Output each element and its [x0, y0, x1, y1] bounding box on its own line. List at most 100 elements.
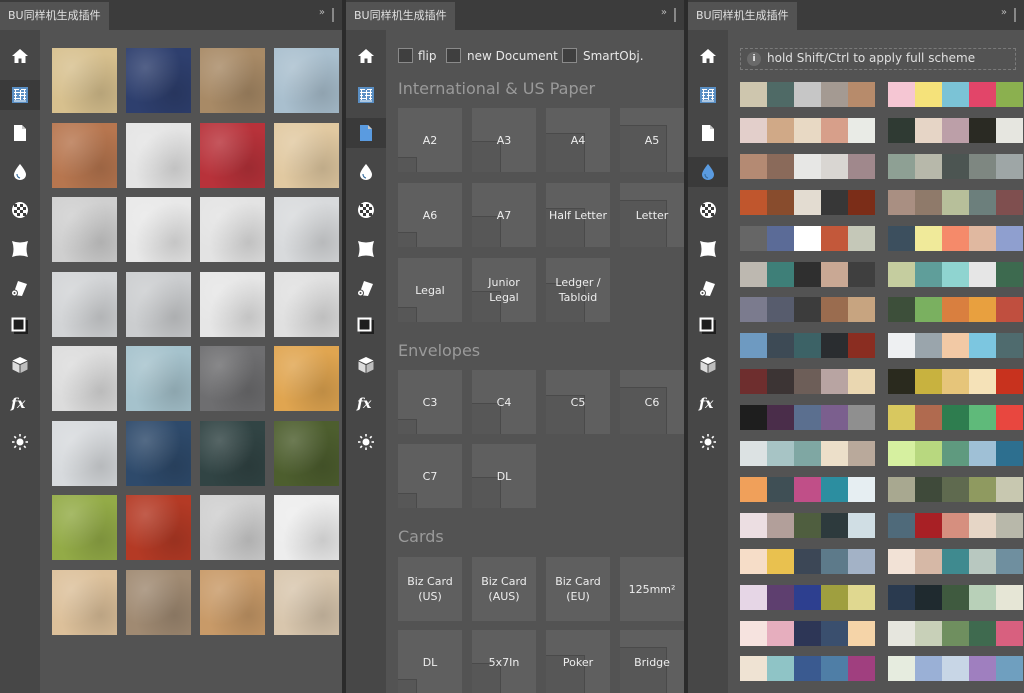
shadow-square-icon[interactable]: [346, 311, 386, 341]
document-icon[interactable]: [0, 118, 40, 148]
texture-swatch[interactable]: [126, 48, 191, 113]
size-tile[interactable]: Half Letter: [546, 183, 610, 247]
new-document-checkbox[interactable]: [446, 48, 461, 63]
color-swatch[interactable]: [767, 189, 794, 215]
color-swatch[interactable]: [915, 512, 942, 538]
color-swatch[interactable]: [848, 405, 875, 431]
color-swatch[interactable]: [969, 82, 996, 107]
color-scheme-row[interactable]: [888, 584, 1023, 610]
size-tile[interactable]: A7: [472, 183, 536, 247]
color-swatch[interactable]: [969, 369, 996, 395]
home-icon[interactable]: [346, 41, 386, 71]
shadow-square-icon[interactable]: [688, 311, 728, 341]
size-tile[interactable]: A5: [620, 108, 684, 172]
color-scheme-row[interactable]: [888, 189, 1023, 215]
color-swatch[interactable]: [848, 620, 875, 646]
color-swatch[interactable]: [942, 333, 969, 359]
color-swatch[interactable]: [942, 620, 969, 646]
color-swatch[interactable]: [942, 297, 969, 323]
color-swatch[interactable]: [969, 297, 996, 323]
texture-swatch[interactable]: [126, 495, 191, 560]
texture-swatch[interactable]: [126, 569, 191, 635]
color-swatch[interactable]: [767, 584, 794, 610]
texture-swatch[interactable]: [200, 197, 265, 262]
color-swatch[interactable]: [996, 548, 1023, 574]
color-swatch[interactable]: [888, 261, 915, 287]
color-swatch[interactable]: [996, 476, 1023, 502]
color-swatch[interactable]: [888, 512, 915, 538]
color-swatch[interactable]: [996, 584, 1023, 610]
color-swatch[interactable]: [996, 297, 1023, 323]
texture-grid-icon[interactable]: [0, 79, 40, 110]
color-swatch[interactable]: [794, 405, 821, 431]
color-scheme-row[interactable]: [740, 117, 875, 143]
color-swatch[interactable]: [942, 476, 969, 502]
size-tile[interactable]: Ledger / Tabloid: [546, 258, 610, 322]
color-swatch[interactable]: [794, 548, 821, 574]
color-swatch[interactable]: [794, 476, 821, 502]
document-icon[interactable]: [688, 118, 728, 148]
color-scheme-row[interactable]: [740, 82, 875, 107]
texture-swatch[interactable]: [52, 271, 117, 337]
color-swatch[interactable]: [969, 656, 996, 682]
color-swatch[interactable]: [740, 584, 767, 610]
cube-icon[interactable]: [0, 350, 40, 380]
color-swatch[interactable]: [794, 512, 821, 538]
color-swatch[interactable]: [794, 297, 821, 323]
color-swatch[interactable]: [794, 117, 821, 143]
color-swatch[interactable]: [767, 369, 794, 395]
color-swatch[interactable]: [942, 117, 969, 143]
color-swatch[interactable]: [740, 512, 767, 538]
color-swatch[interactable]: [969, 405, 996, 431]
color-scheme-row[interactable]: [740, 405, 875, 431]
color-swatch[interactable]: [794, 656, 821, 682]
color-swatch[interactable]: [821, 369, 848, 395]
color-swatch[interactable]: [794, 153, 821, 179]
texture-swatch[interactable]: [52, 495, 117, 560]
texture-swatch[interactable]: [274, 122, 339, 188]
sun-icon[interactable]: [0, 427, 40, 457]
checker-icon[interactable]: [688, 195, 728, 225]
color-swatch[interactable]: [942, 512, 969, 538]
collapse-icon[interactable]: »: [319, 7, 325, 18]
color-scheme-row[interactable]: [740, 297, 875, 323]
color-swatch[interactable]: [821, 297, 848, 323]
color-scheme-row[interactable]: [888, 369, 1023, 395]
color-scheme-row[interactable]: [740, 584, 875, 610]
size-tile[interactable]: C5: [546, 370, 610, 434]
size-tile[interactable]: 5x7In: [472, 630, 536, 693]
color-swatch[interactable]: [996, 512, 1023, 538]
color-swatch[interactable]: [767, 117, 794, 143]
size-tile[interactable]: A2: [398, 108, 462, 172]
color-swatch[interactable]: [848, 297, 875, 323]
color-swatch[interactable]: [942, 153, 969, 179]
color-swatch[interactable]: [888, 153, 915, 179]
color-swatch[interactable]: [969, 189, 996, 215]
color-swatch[interactable]: [821, 441, 848, 466]
texture-swatch[interactable]: [126, 122, 191, 188]
color-scheme-row[interactable]: [888, 117, 1023, 143]
color-swatch[interactable]: [740, 405, 767, 431]
texture-swatch[interactable]: [200, 271, 265, 337]
cube-icon[interactable]: [688, 350, 728, 380]
texture-swatch[interactable]: [274, 346, 339, 411]
color-swatch[interactable]: [848, 153, 875, 179]
color-swatch[interactable]: [996, 620, 1023, 646]
color-swatch[interactable]: [740, 297, 767, 323]
color-swatch[interactable]: [996, 153, 1023, 179]
texture-swatch[interactable]: [52, 569, 117, 635]
size-tile[interactable]: C7: [398, 444, 462, 508]
texture-swatch[interactable]: [52, 346, 117, 411]
color-swatch[interactable]: [740, 333, 767, 359]
texture-swatch[interactable]: [274, 271, 339, 337]
color-scheme-row[interactable]: [740, 476, 875, 502]
color-scheme-row[interactable]: [740, 333, 875, 359]
color-swatch[interactable]: [767, 441, 794, 466]
color-swatch[interactable]: [821, 261, 848, 287]
color-swatch[interactable]: [848, 584, 875, 610]
color-swatch[interactable]: [767, 333, 794, 359]
color-scheme-row[interactable]: [888, 225, 1023, 251]
texture-swatch[interactable]: [126, 346, 191, 411]
color-swatch[interactable]: [848, 441, 875, 466]
drop-icon[interactable]: [0, 157, 40, 187]
